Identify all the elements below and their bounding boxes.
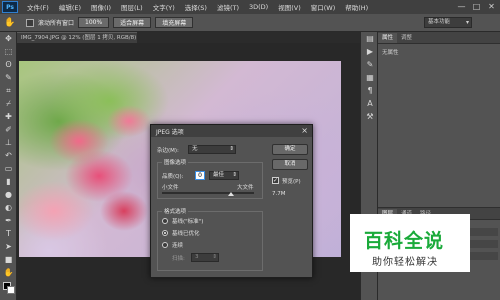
dialog-title-bar: JPEG 选项 × bbox=[151, 125, 312, 137]
eraser-tool-icon[interactable]: ▭ bbox=[0, 162, 17, 175]
quick-select-tool-icon[interactable]: ✎ bbox=[0, 71, 17, 84]
ok-button[interactable]: 确定 bbox=[272, 144, 308, 155]
blur-tool-icon[interactable]: ● bbox=[0, 188, 17, 201]
quality-preset-select[interactable]: 最佳 bbox=[209, 171, 239, 180]
crop-tool-icon[interactable]: ⌗ bbox=[0, 84, 17, 97]
fit-screen-button[interactable]: 适合屏幕 bbox=[113, 17, 152, 28]
paragraph-icon[interactable]: ¶ bbox=[362, 84, 378, 97]
toolbox: ✥ ⬚ ʘ ✎ ⌗ ⌿ ✚ ✐ ⊥ ↶ ▭ ▮ ● ◐ ✒ T ➤ ■ ✋ ⌕ bbox=[0, 32, 17, 300]
background-color-swatch[interactable] bbox=[7, 286, 15, 294]
menu-image[interactable]: 图像(I) bbox=[86, 2, 116, 12]
brush-tool-icon[interactable]: ✐ bbox=[0, 123, 17, 136]
type-tool-icon[interactable]: T bbox=[0, 227, 17, 240]
matte-label: 杂边(M): bbox=[157, 148, 179, 154]
watermark-title: 百科全说 bbox=[364, 230, 445, 252]
pen-tool-icon[interactable]: ✒ bbox=[0, 214, 17, 227]
clone-stamp-tool-icon[interactable]: ⊥ bbox=[0, 136, 17, 149]
document-tab[interactable]: IMG_7904.JPG @ 12% (图层 1 拷贝, RGB/8) bbox=[17, 32, 137, 43]
character-icon[interactable]: A bbox=[362, 97, 378, 110]
preview-checkbox[interactable]: ✓ bbox=[272, 177, 279, 184]
menu-bar: Ps 文件(F) 编辑(E) 图像(I) 图层(L) 文字(Y) 选择(S) 滤… bbox=[0, 0, 500, 14]
scroll-all-windows-checkbox[interactable] bbox=[26, 18, 34, 27]
watermark-subtitle: 助你轻松解决 bbox=[372, 257, 438, 268]
menu-type[interactable]: 文字(Y) bbox=[148, 2, 180, 12]
quality-slider-thumb[interactable] bbox=[228, 192, 234, 196]
history-brush-tool-icon[interactable]: ↶ bbox=[0, 149, 17, 162]
lasso-tool-icon[interactable]: ʘ bbox=[0, 58, 17, 71]
swatches-icon[interactable]: ▦ bbox=[362, 71, 378, 84]
small-file-label: 小文件 bbox=[162, 185, 179, 191]
maximize-button[interactable]: □ bbox=[470, 1, 483, 12]
history-icon[interactable]: ▤ bbox=[362, 32, 378, 45]
healing-brush-tool-icon[interactable]: ✚ bbox=[0, 110, 17, 123]
tab-properties[interactable]: 属性 bbox=[378, 33, 398, 43]
format-baseline-optimized-label: 基线已优化 bbox=[172, 231, 200, 237]
menu-file[interactable]: 文件(F) bbox=[22, 2, 54, 12]
format-baseline-radio[interactable] bbox=[162, 218, 168, 224]
actions-icon[interactable]: ▶ bbox=[362, 45, 378, 58]
matte-select[interactable]: 无 bbox=[188, 145, 236, 154]
dialog-title: JPEG 选项 bbox=[156, 128, 184, 136]
format-progressive-label: 连续 bbox=[172, 243, 184, 249]
scroll-all-windows-label: 滚动所有窗口 bbox=[38, 20, 75, 27]
menu-view[interactable]: 视图(V) bbox=[273, 2, 306, 12]
tab-adjustments[interactable]: 调整 bbox=[397, 33, 416, 43]
menu-filter[interactable]: 滤镜(T) bbox=[212, 2, 244, 12]
format-baseline-optimized-radio[interactable] bbox=[162, 230, 168, 236]
fill-screen-button[interactable]: 填充屏幕 bbox=[155, 17, 194, 28]
menu-help[interactable]: 帮助(H) bbox=[340, 2, 373, 12]
tool-presets-icon[interactable]: ⚒ bbox=[362, 110, 378, 123]
menu-select[interactable]: 选择(S) bbox=[180, 2, 212, 12]
zoom-100-button[interactable]: 100% bbox=[78, 17, 110, 28]
move-tool-icon[interactable]: ✥ bbox=[0, 32, 17, 45]
quality-slider-track[interactable] bbox=[162, 192, 254, 194]
scans-label: 扫描: bbox=[172, 256, 185, 262]
cancel-button[interactable]: 取消 bbox=[272, 159, 308, 170]
menu-layer[interactable]: 图层(L) bbox=[116, 2, 148, 12]
photoshop-logo: Ps bbox=[2, 1, 18, 13]
watermark: 百科全说 助你轻松解决 bbox=[350, 214, 470, 272]
scans-select[interactable]: 3 bbox=[191, 253, 219, 262]
menu-edit[interactable]: 编辑(E) bbox=[54, 2, 86, 12]
format-baseline-label: 基线("标准") bbox=[172, 219, 204, 225]
close-window-button[interactable]: ✕ bbox=[485, 1, 498, 12]
close-icon[interactable]: × bbox=[301, 126, 308, 135]
image-options-title: 图像选项 bbox=[162, 158, 189, 166]
marquee-tool-icon[interactable]: ⬚ bbox=[0, 45, 17, 58]
hand-tool-icon[interactable]: ✋ bbox=[0, 266, 17, 279]
format-options-title: 格式选项 bbox=[162, 207, 189, 215]
dodge-tool-icon[interactable]: ◐ bbox=[0, 201, 17, 214]
menu-3d[interactable]: 3D(D) bbox=[244, 3, 273, 11]
quality-label: 品质(Q): bbox=[162, 174, 184, 180]
properties-empty-text: 无属性 bbox=[382, 50, 399, 56]
hand-tool-icon[interactable]: ✋ bbox=[4, 17, 16, 29]
properties-panel-tabs: 属性 调整 bbox=[378, 32, 500, 44]
jpeg-options-dialog: JPEG 选项 × 杂边(M): 无 图像选项 品质(Q): 0 最佳 小文件 … bbox=[150, 124, 313, 278]
minimize-button[interactable]: — bbox=[455, 1, 468, 12]
eyedropper-tool-icon[interactable]: ⌿ bbox=[0, 97, 17, 110]
gradient-tool-icon[interactable]: ▮ bbox=[0, 175, 17, 188]
file-size-text: 7.7M bbox=[272, 191, 286, 197]
path-select-tool-icon[interactable]: ➤ bbox=[0, 240, 17, 253]
preview-label: 预览(P) bbox=[282, 179, 301, 185]
document-tab-title: IMG_7904.JPG @ 12% (图层 1 拷贝, RGB/8) bbox=[21, 35, 137, 41]
options-bar: ✋ 滚动所有窗口 100% 适合屏幕 填充屏幕 基本功能 bbox=[0, 14, 500, 32]
format-progressive-radio[interactable] bbox=[162, 242, 168, 248]
shape-tool-icon[interactable]: ■ bbox=[0, 253, 17, 266]
brush-preset-icon[interactable]: ✎ bbox=[362, 58, 378, 71]
large-file-label: 大文件 bbox=[237, 185, 254, 191]
quality-input[interactable]: 0 bbox=[195, 171, 205, 180]
workspace-select[interactable]: 基本功能 bbox=[424, 17, 472, 28]
menu-window[interactable]: 窗口(W) bbox=[306, 2, 341, 12]
window-controls: — □ ✕ bbox=[455, 1, 498, 12]
